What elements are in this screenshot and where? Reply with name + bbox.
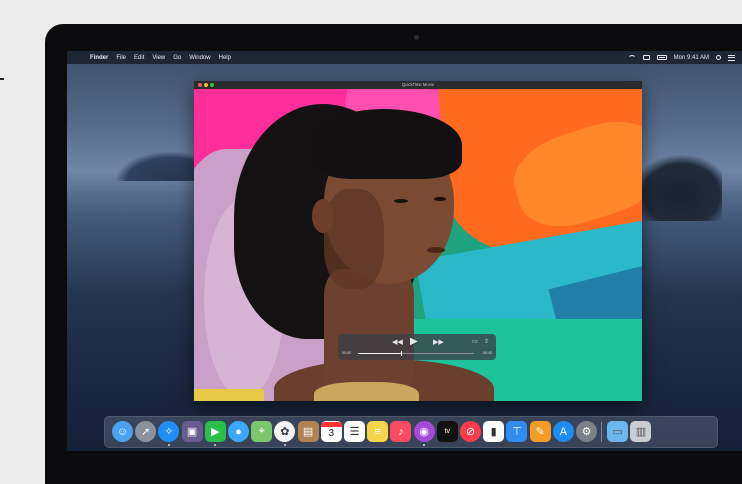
menu-window[interactable]: Window — [189, 55, 210, 61]
tv-label: tv — [444, 428, 451, 435]
airplay-icon[interactable]: ▭ — [472, 339, 478, 345]
notes-icon[interactable]: ≡ — [367, 421, 389, 442]
menu-bar: Finder File Edit View Go Window Help Mon… — [67, 51, 742, 64]
contacts-book-icon[interactable]: ▤ — [297, 421, 319, 442]
folder-icon[interactable]: ▭ — [607, 421, 629, 442]
quicktime-window: QuickTime Movie ◀◀ ▶ ▶▶ ▭ ⇧ 00:00 -00:45 — [194, 81, 642, 401]
desktop-screen: Finder File Edit View Go Window Help Mon… — [67, 51, 742, 451]
status-area: Mon 9:41 AM — [627, 51, 742, 64]
menu-help[interactable]: Help — [219, 55, 231, 61]
scrubber-progress — [358, 353, 401, 355]
app-store-icon[interactable]: A — [552, 421, 574, 442]
menu-edit[interactable]: Edit — [134, 55, 144, 61]
window-title: QuickTime Movie — [401, 82, 435, 87]
finder-icon[interactable]: ☺ — [112, 421, 133, 442]
photo-booth-icon[interactable]: ▣ — [181, 421, 203, 442]
spotlight-search-icon[interactable] — [716, 55, 721, 60]
wifi-icon[interactable] — [627, 54, 636, 61]
music-note-icon[interactable]: ♪ — [390, 421, 412, 442]
menu-view[interactable]: View — [152, 55, 165, 61]
dock-separator — [601, 422, 603, 442]
gear-icon[interactable]: ⚙ — [576, 421, 597, 442]
window-titlebar[interactable]: QuickTime Movie — [194, 81, 642, 89]
rewind-icon[interactable]: ◀◀ — [392, 339, 403, 346]
map-icon[interactable]: ⌖ — [251, 421, 273, 442]
checklist-icon[interactable]: ☰ — [344, 421, 365, 442]
speech-bubble-icon[interactable]: ● — [228, 421, 249, 442]
share-icon[interactable]: ⇧ — [484, 339, 489, 345]
calendar-icon[interactable]: 3 — [320, 421, 342, 442]
fast-forward-icon[interactable]: ▶▶ — [433, 339, 444, 346]
remaining-time: -00:45 — [481, 351, 492, 355]
airplay-icon[interactable] — [642, 55, 650, 60]
news-icon[interactable]: ⊘ — [460, 421, 481, 442]
rocket-icon[interactable]: ➚ — [135, 421, 157, 442]
compass-icon[interactable]: ✧ — [158, 421, 180, 442]
battery-icon[interactable] — [656, 55, 667, 60]
calendar-day: 3 — [328, 428, 335, 439]
photos-flower-icon[interactable]: ✿ — [274, 421, 296, 442]
menu-clock[interactable]: Mon 9:41 AM — [674, 55, 709, 61]
wallpaper-island — [632, 155, 722, 221]
menu-app-finder[interactable]: Finder — [90, 55, 108, 61]
bar-chart-icon[interactable]: ▮ — [483, 421, 505, 442]
pen-paper-icon[interactable]: ✎ — [529, 421, 551, 442]
dock: ☺ ➚ ✧ ▣ ▶ ● ⌖ ✿ ▤ 3 ☰ ≡ ♪ ◉ tv ⊘ ▮ ⊤ ✎ A ⚙ ▭ ▥ — [104, 416, 718, 448]
page-edge-mark — [0, 78, 4, 80]
control-center-icon[interactable] — [728, 54, 735, 61]
video-camera-icon[interactable]: ▶ — [204, 421, 226, 442]
tv-icon[interactable]: tv — [436, 421, 458, 442]
menu-go[interactable]: Go — [173, 55, 181, 61]
trash-icon[interactable]: ▥ — [630, 421, 652, 442]
podium-icon[interactable]: ⊤ — [506, 421, 528, 442]
running-indicator — [283, 444, 286, 446]
play-icon[interactable]: ▶ — [410, 337, 418, 347]
camera-icon — [414, 35, 419, 40]
running-indicator — [167, 444, 170, 446]
running-indicator — [214, 444, 217, 446]
scrubber-track[interactable] — [358, 351, 474, 356]
video-frame[interactable]: ◀◀ ▶ ▶▶ ▭ ⇧ 00:00 -00:45 — [194, 89, 642, 401]
playback-controls: ◀◀ ▶ ▶▶ ▭ ⇧ 00:00 -00:45 — [338, 334, 496, 360]
podcast-icon[interactable]: ◉ — [413, 421, 435, 442]
running-indicator — [423, 444, 426, 446]
elapsed-time: 00:00 — [342, 351, 351, 355]
menu-file[interactable]: File — [116, 55, 126, 61]
scrubber-playhead[interactable] — [400, 351, 403, 356]
